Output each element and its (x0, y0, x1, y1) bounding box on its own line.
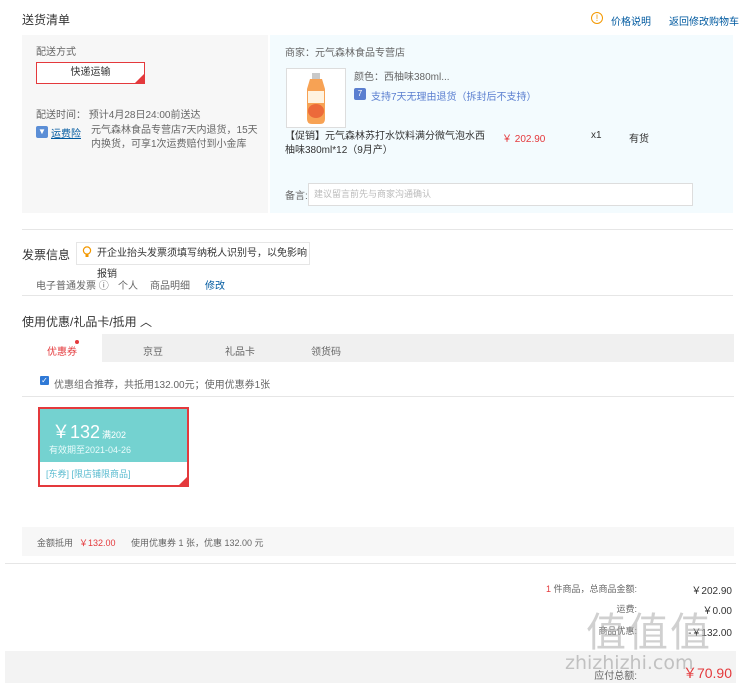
watermark-logo: 值值值 (586, 610, 712, 656)
discount-section-toggle[interactable]: 使用优惠/礼品卡/抵用 ︿ (22, 313, 152, 330)
product-quantity: x1 (591, 130, 602, 141)
product-price: ￥ 202.90 (502, 134, 546, 145)
watermark-url: zhizhizhi.com (565, 652, 694, 674)
invoice-edit-link[interactable]: 修改 (205, 277, 225, 292)
remark-label: 备言: (285, 191, 308, 202)
tab-gift-card[interactable]: 礼品卡 (225, 343, 255, 358)
freight-insurance-link[interactable]: 运费险 (51, 125, 81, 140)
bottle-icon (307, 73, 325, 124)
price-note-link[interactable]: 价格说明 (611, 13, 651, 28)
freight-insurance-icon: ▼ (36, 126, 48, 138)
info-icon: ! (591, 12, 603, 24)
remark-input[interactable]: 建议留言前先与商家沟通确认 (308, 183, 693, 206)
page-title: 送货清单 (22, 13, 71, 27)
divider (5, 563, 736, 564)
goods-total-text: 件商品，总商品金额: (550, 584, 637, 594)
divider (22, 396, 734, 397)
goods-total-value: ￥202.90 (691, 586, 732, 597)
invoice-type: 电子普通发票 ⓘ (36, 281, 109, 292)
shop-name: 商家：元气森林食品专营店 (285, 48, 405, 59)
selected-corner-icon (177, 476, 188, 487)
product-name[interactable]: 【促销】元气森林苏打水饮料满分微气泡水西柚味380ml*12（9月产） (285, 130, 485, 158)
delivery-method-label: 配送方式 (36, 47, 76, 58)
divider (22, 229, 733, 230)
tab-pickup-code[interactable]: 领货码 (311, 343, 341, 358)
freight-insurance-desc: 元气森林食品专营店7天内退货，15天内换货，可享1次运费赔付到小金库 (91, 125, 258, 150)
recommend-text: 优惠组合推荐，共抵用132.00元；使用优惠券1张 (54, 380, 271, 391)
invoice-title: 发票信息 (22, 248, 71, 262)
coupon-condition: 满202 (102, 430, 127, 440)
discount-tabs (22, 334, 734, 362)
goods-total-label: 1 件商品，总商品金额: (520, 582, 637, 595)
coupon-expiry: 有效期至2021-04-26 (49, 445, 132, 455)
stock-status: 有货 (629, 134, 649, 145)
express-shipping-button[interactable]: 快递运输 (36, 62, 145, 84)
divider (22, 295, 733, 296)
return-policy-icon: 7 (354, 88, 366, 100)
back-to-cart-link[interactable]: 返回修改购物车 (669, 13, 739, 28)
discount-summary-desc: 使用优惠券 1 张，优惠 132.00 元 (131, 538, 264, 548)
invoice-person: 个人 (118, 281, 138, 292)
tab-coupon[interactable]: 优惠券 (47, 343, 77, 358)
delivery-time: 配送时间： 预计4月28日24:00前送达 (36, 110, 201, 121)
tab-jingdou[interactable]: 京豆 (143, 343, 163, 358)
return-policy: 支持7天无理由退货（拆封后不支持） (371, 92, 537, 103)
invoice-tip: 开企业抬头发票须填写纳税人识别号，以免影响报销 (76, 242, 310, 280)
discount-summary-amount: ￥132.00 (79, 538, 116, 548)
coupon-tags: [东券] [限店铺限商品] (46, 469, 131, 479)
discount-summary-label: 金额抵用 (37, 538, 74, 548)
coupon-amount: ￥132 (52, 422, 101, 442)
invoice-detail: 商品明细 (150, 281, 190, 292)
notification-dot (75, 340, 79, 344)
product-image[interactable] (286, 68, 346, 128)
product-color: 颜色：西柚味380ml... (354, 72, 450, 83)
recommend-checkbox[interactable]: ✓ (40, 376, 49, 385)
shipping-button-label: 快递运输 (70, 67, 111, 78)
selected-corner-icon (135, 74, 144, 83)
lightbulb-icon (82, 246, 92, 258)
